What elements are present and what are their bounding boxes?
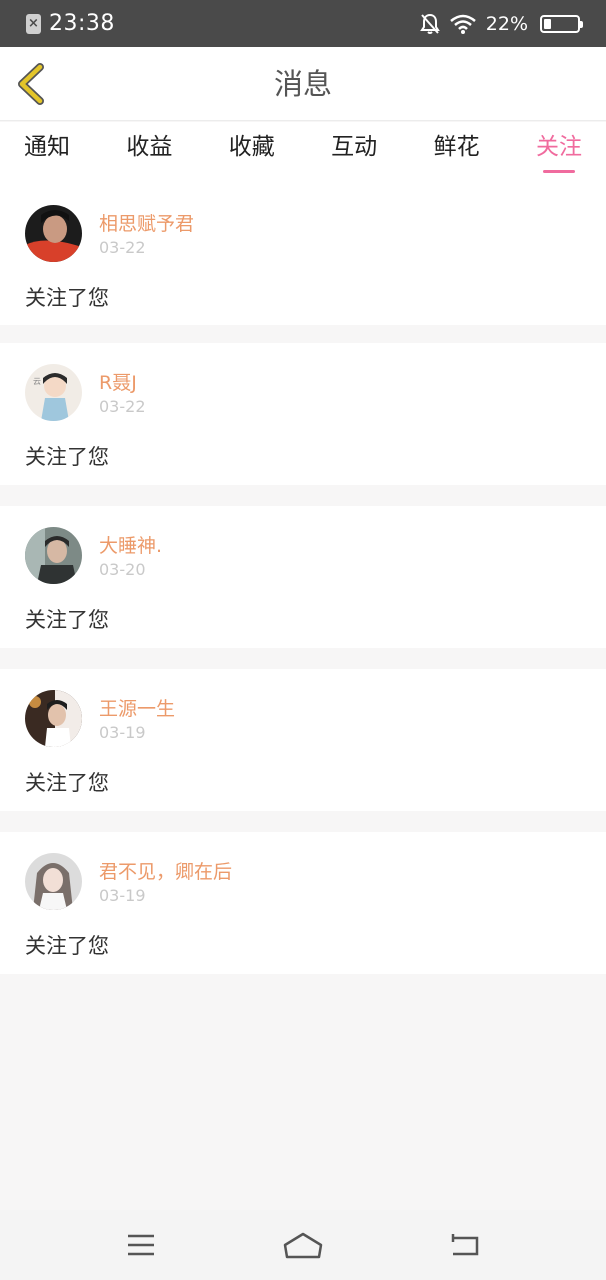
wifi-icon [449, 14, 476, 34]
message: 关注了您 [25, 608, 109, 632]
tab-earnings[interactable]: 收益 [126, 122, 172, 184]
notification-item[interactable]: 大睡神. 03-20 关注了您 [0, 506, 606, 648]
notification-item[interactable]: 王源一生 03-19 关注了您 [0, 669, 606, 811]
message: 关注了您 [25, 286, 109, 310]
battery-level [544, 18, 551, 29]
tab-label: 通知 [24, 134, 70, 160]
tab-bar: 通知 收益 收藏 互动 鲜花 关注 [0, 122, 606, 184]
date: 03-19 [99, 886, 146, 905]
avatar[interactable] [25, 205, 82, 262]
svg-text:云: 云 [33, 377, 41, 386]
date: 03-22 [99, 397, 146, 416]
home-button[interactable] [273, 1222, 333, 1268]
avatar[interactable] [25, 690, 82, 747]
tab-follow[interactable]: 关注 [536, 122, 582, 184]
message: 关注了您 [25, 445, 109, 469]
date: 03-19 [99, 723, 146, 742]
menu-icon [128, 1234, 154, 1256]
notification-item[interactable]: 相思赋予君 03-22 关注了您 [0, 184, 606, 325]
sim-x-icon: × [26, 13, 41, 34]
avatar[interactable] [25, 527, 82, 584]
message: 关注了您 [25, 771, 109, 795]
message: 关注了您 [25, 934, 109, 958]
date: 03-20 [99, 560, 146, 579]
username[interactable]: R聂J [99, 368, 137, 395]
home-icon [283, 1232, 323, 1259]
bell-off-icon [419, 13, 440, 34]
status-time: 23:38 [49, 11, 115, 36]
back-icon [451, 1234, 479, 1256]
status-right: 22% [419, 12, 583, 35]
battery-icon [540, 14, 583, 33]
battery-percent: 22% [485, 12, 528, 35]
bottom-nav [0, 1210, 606, 1280]
tab-notice[interactable]: 通知 [24, 122, 70, 184]
notification-item[interactable]: 云 R聂J 03-22 关注了您 [0, 343, 606, 485]
active-tab-indicator [542, 170, 575, 173]
notification-item[interactable]: 君不见，卿在后 03-19 关注了您 [0, 832, 606, 974]
username[interactable]: 相思赋予君 [99, 209, 194, 236]
tab-flowers[interactable]: 鲜花 [434, 122, 480, 184]
tab-label: 收益 [126, 134, 173, 160]
date: 03-22 [99, 238, 146, 257]
tab-label: 互动 [331, 134, 378, 160]
username[interactable]: 王源一生 [99, 694, 175, 721]
menu-button[interactable] [111, 1222, 171, 1268]
username[interactable]: 大睡神. [99, 531, 162, 558]
avatar[interactable] [25, 853, 82, 910]
tab-interaction[interactable]: 互动 [331, 122, 377, 184]
username[interactable]: 君不见，卿在后 [99, 857, 232, 884]
back-nav-button[interactable] [435, 1222, 495, 1268]
tab-label: 鲜花 [433, 134, 480, 160]
page-title: 消息 [273, 67, 332, 101]
tab-label: 关注 [535, 134, 582, 160]
tab-favorites[interactable]: 收藏 [229, 122, 275, 184]
status-bar: × 23:38 22% [0, 0, 606, 47]
status-left: × 23:38 [26, 11, 115, 36]
notification-list: 相思赋予君 03-22 关注了您 云 R聂J 03-22 关注了您 大睡神. 0… [0, 184, 606, 995]
tab-label: 收藏 [228, 134, 275, 160]
avatar[interactable]: 云 [25, 364, 82, 421]
header: 消息 [0, 47, 606, 121]
